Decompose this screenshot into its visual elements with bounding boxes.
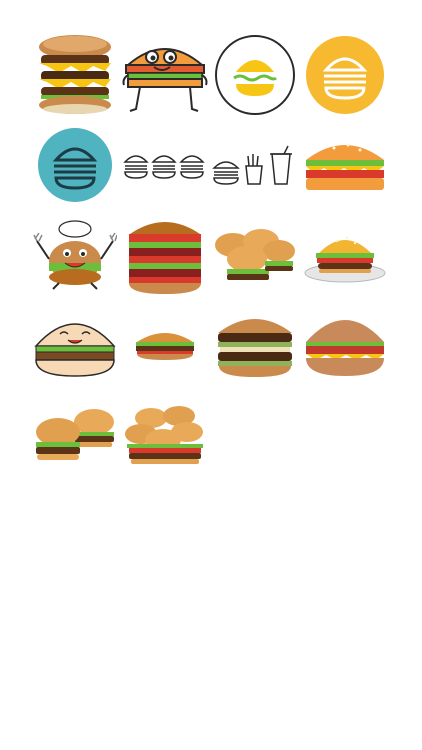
three-burgers-outline-icon (123, 155, 205, 179)
triple-cheeseburger-icon (39, 35, 111, 114)
sticker-row (30, 30, 392, 120)
sticker-cell[interactable] (210, 300, 300, 390)
flat-brown-burger-icon (306, 320, 384, 376)
sticker-row (30, 390, 392, 480)
burger-pair-icon (36, 409, 114, 460)
sticker-row (30, 120, 392, 210)
tall-stacked-burger-icon (129, 222, 201, 294)
sticker-cell[interactable] (120, 300, 210, 390)
burger-yellow-circle-icon (306, 36, 384, 114)
chef-burger-mascot-icon (33, 220, 117, 290)
sticker-cell[interactable] (210, 120, 300, 210)
sticker-cell[interactable] (120, 210, 210, 300)
sticker-cell[interactable] (300, 120, 390, 210)
sticker-cell[interactable] (30, 390, 120, 480)
small-burger-icon (136, 333, 194, 360)
sticker-cell[interactable] (120, 120, 210, 210)
burger-on-plate-icon (304, 236, 386, 283)
burger-group-icon (125, 406, 203, 464)
sticker-cell[interactable] (210, 30, 300, 120)
burger-circle-outline-icon (215, 35, 295, 115)
sticker-row (30, 300, 392, 390)
sticker-cell[interactable] (120, 390, 210, 480)
sticker-cell[interactable] (210, 210, 300, 300)
burger-teal-circle-icon (38, 128, 112, 202)
sticker-cell[interactable] (300, 210, 390, 300)
double-burger-lettuce-icon (218, 319, 292, 377)
sticker-row (30, 210, 392, 300)
sticker-grid (30, 30, 392, 480)
burger-sliders-icon (215, 229, 295, 280)
flat-cheeseburger-icon (306, 143, 384, 190)
sticker-cell[interactable] (30, 210, 120, 300)
sticker-cell[interactable] (300, 30, 390, 120)
sticker-cell[interactable] (300, 300, 390, 390)
sticker-cell[interactable] (30, 120, 120, 210)
sticker-cell[interactable] (120, 30, 210, 120)
burger-fries-drink-outline-icon (212, 145, 292, 185)
sticker-cell[interactable] (30, 300, 120, 390)
sticker-cell[interactable] (30, 30, 120, 120)
sticker-pack-page (0, 0, 422, 750)
smiling-burger-face-icon (34, 323, 116, 377)
cartoon-burger-face-icon (122, 48, 208, 112)
